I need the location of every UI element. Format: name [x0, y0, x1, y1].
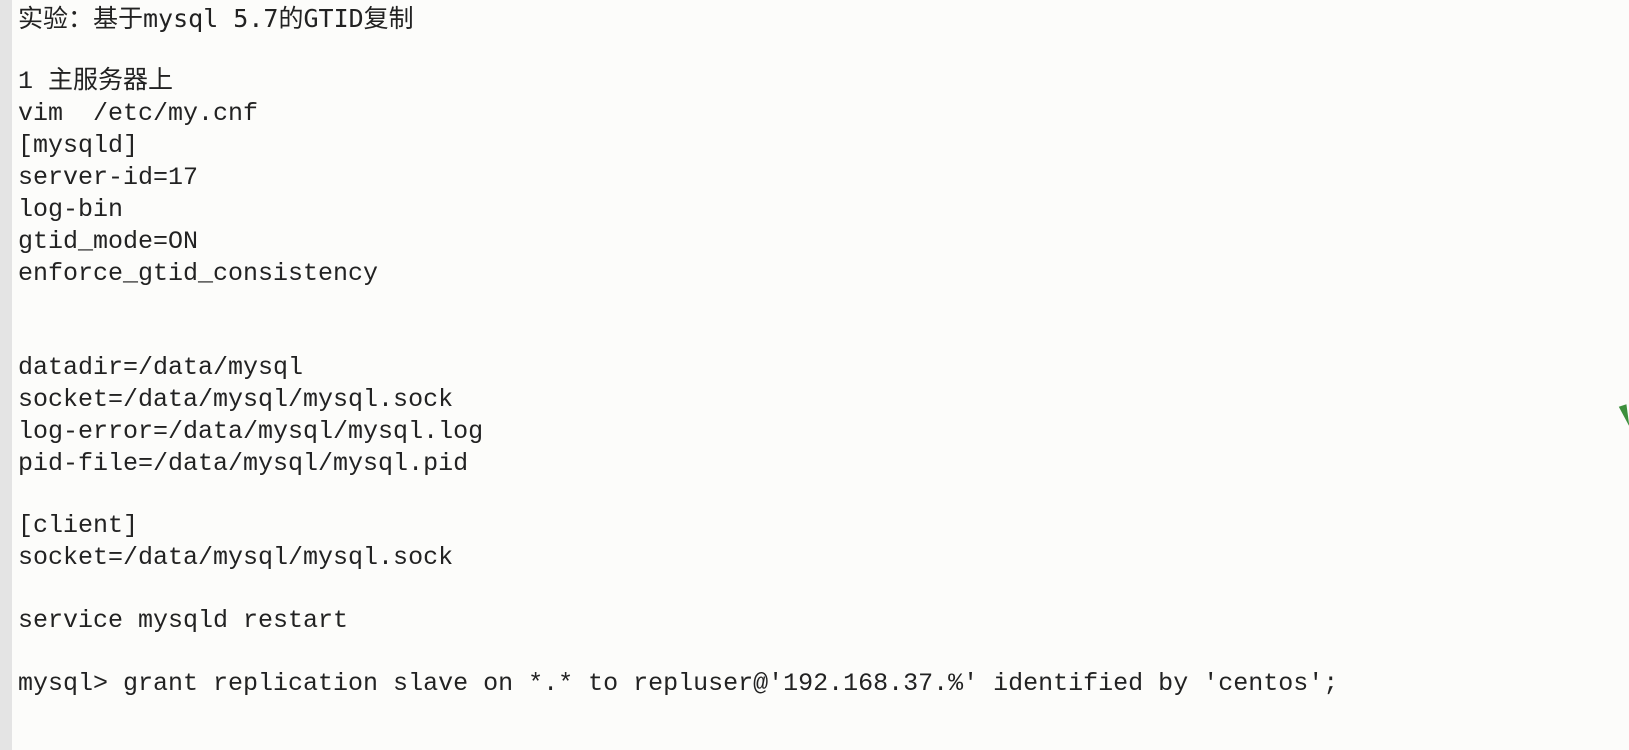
document-title-line: 实验：基于mysql 5.7的GTID复制 — [18, 4, 414, 33]
text-line: log-bin — [18, 195, 124, 224]
text-editor-area[interactable]: 实验：基于mysql 5.7的GTID复制 1 主服务器上 vim /etc/m… — [18, 0, 1598, 750]
text-line: [mysqld] — [18, 131, 139, 160]
editor-gutter — [0, 0, 12, 750]
section-heading-line: 1 主服务器上 — [18, 67, 174, 96]
command-line: mysql> grant replication slave on *.* to… — [18, 669, 1339, 698]
text-line: service mysqld restart — [18, 606, 349, 635]
text-line: datadir=/data/mysql — [18, 353, 304, 382]
text-line: [client] — [18, 511, 139, 540]
text-line: enforce_gtid_consistency — [18, 259, 379, 288]
text-line: gtid_mode=ON — [18, 227, 199, 256]
text-line: server-id=17 — [18, 163, 199, 192]
text-line: vim /etc/my.cnf — [18, 99, 259, 128]
text-line: pid-file=/data/mysql/mysql.pid — [18, 449, 469, 478]
text-line: socket=/data/mysql/mysql.sock — [18, 385, 454, 414]
pointer-cursor-icon — [1618, 404, 1629, 428]
text-line: socket=/data/mysql/mysql.sock — [18, 543, 454, 572]
text-line: log-error=/data/mysql/mysql.log — [18, 417, 484, 446]
